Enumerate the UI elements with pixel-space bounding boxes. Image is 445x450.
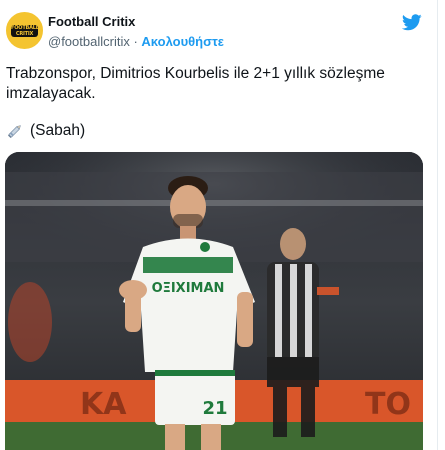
- jersey-sponsor: OΞIXIMAN: [152, 281, 225, 296]
- tweet-header: FOOTBALL CRITIX Football Critix @footbal…: [0, 0, 437, 62]
- banner-text-right: TO: [365, 387, 411, 422]
- tweet-media-photo[interactable]: KA TO OΞIXIMAN 21: [5, 152, 423, 450]
- display-name[interactable]: Football Critix: [48, 14, 135, 29]
- photo-scene: KA TO OΞIXIMAN 21: [5, 152, 423, 450]
- twitter-bird-icon[interactable]: [402, 14, 422, 31]
- source-label: (Sabah): [30, 122, 86, 139]
- tweet-source: (Sabah): [6, 122, 85, 140]
- handle-row: @footballcritix · Ακολουθήστε: [48, 34, 224, 49]
- follow-link[interactable]: Ακολουθήστε: [141, 34, 224, 49]
- jersey-number: 21: [202, 398, 227, 419]
- tweet-text: Trabzonspor, Dimitrios Kourbelis ile 2+1…: [6, 65, 385, 102]
- user-handle[interactable]: @footballcritix: [48, 34, 130, 49]
- banner-text-left: KA: [80, 387, 127, 422]
- avatar[interactable]: FOOTBALL CRITIX: [6, 12, 43, 49]
- pen-icon: [7, 125, 21, 139]
- avatar-logo: FOOTBALL CRITIX: [11, 25, 38, 37]
- tweet-card: FOOTBALL CRITIX Football Critix @footbal…: [0, 0, 438, 450]
